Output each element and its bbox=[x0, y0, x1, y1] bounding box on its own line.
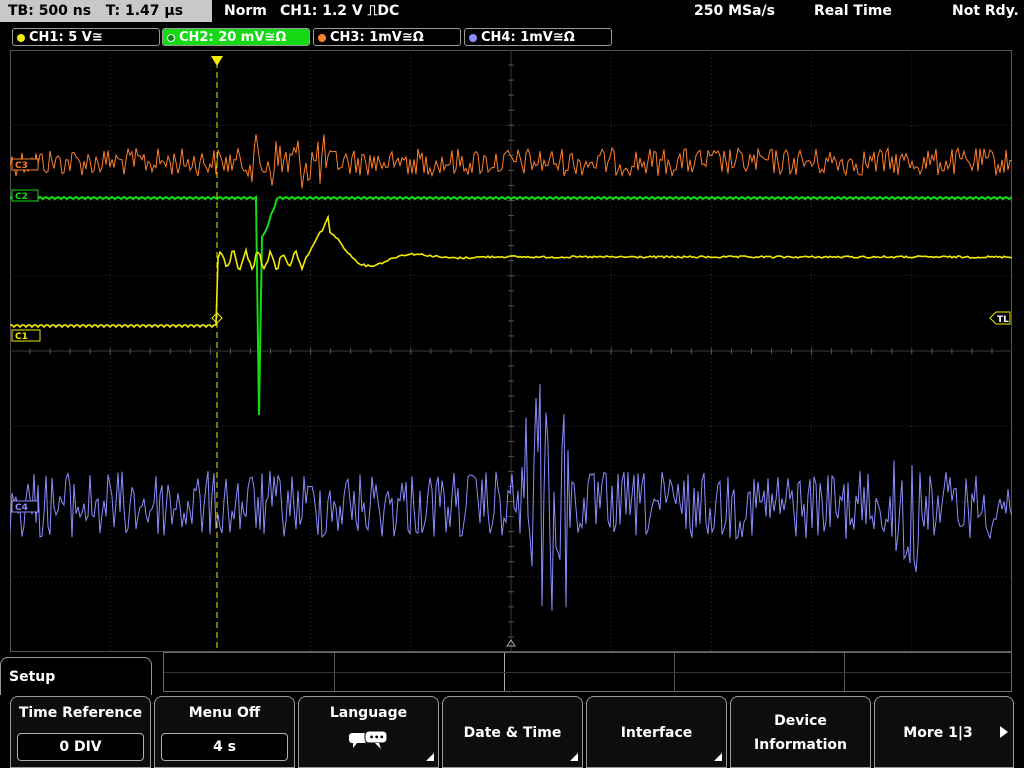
submenu-indicator-icon bbox=[570, 753, 578, 761]
date-time-softkey[interactable]: Date & Time bbox=[442, 696, 583, 768]
ch2-ground-label: C2 bbox=[15, 192, 28, 202]
trigger-level-text: CH1: 1.2 V bbox=[280, 3, 363, 19]
ch3-ground-label: C3 bbox=[15, 161, 28, 171]
ch2-ground-marker[interactable]: C2 bbox=[11, 189, 39, 202]
tab-ch3[interactable]: CH3: 1mV≅Ω bbox=[313, 28, 461, 46]
ch1-label: CH1: 5 V≅ bbox=[29, 30, 103, 45]
tab-ch4[interactable]: CH4: 1mV≅Ω bbox=[464, 28, 612, 46]
menu-off-softkey[interactable]: Menu Off 4 s bbox=[154, 696, 295, 768]
menu-off-label: Menu Off bbox=[188, 705, 261, 721]
ch1-ground-marker[interactable]: C1 bbox=[11, 329, 41, 342]
ch1-dot-icon bbox=[17, 33, 25, 42]
trigger-mode[interactable]: Norm bbox=[224, 0, 267, 22]
submenu-indicator-icon bbox=[714, 753, 722, 761]
ch2-dot-icon bbox=[167, 33, 175, 42]
ch2-label: CH2: 20 mV≅Ω bbox=[179, 30, 287, 45]
menu-off-value: 4 s bbox=[161, 733, 288, 761]
time-reference-value: 0 DIV bbox=[17, 733, 144, 761]
timebase-value: TB: 500 ns bbox=[8, 3, 92, 19]
more-softkey[interactable]: More 1|3 bbox=[874, 696, 1014, 768]
ch1-ground-label: C1 bbox=[15, 332, 28, 342]
ch4-dot-icon bbox=[469, 33, 477, 42]
language-softkey[interactable]: Language ••• bbox=[298, 696, 439, 768]
device-information-label-1: Device bbox=[774, 713, 827, 729]
time-reference-softkey[interactable]: Time Reference 0 DIV bbox=[10, 696, 151, 768]
trigger-setting[interactable]: CH1: 1.2 V ⎍DC bbox=[280, 0, 399, 22]
ready-state: Not Rdy. bbox=[952, 3, 1019, 19]
device-information-label-2: Information bbox=[754, 737, 847, 753]
ch3-dot-icon bbox=[318, 33, 326, 42]
tab-ch1[interactable]: CH1: 5 V≅ bbox=[12, 28, 160, 46]
submenu-indicator-icon bbox=[426, 753, 434, 761]
device-information-softkey[interactable]: Device Information bbox=[730, 696, 871, 768]
waveform-display[interactable]: C3 C2 C1 C4 TL bbox=[10, 50, 1012, 652]
speech-bubbles-icon: ••• bbox=[349, 730, 388, 749]
time-reference-label: Time Reference bbox=[18, 705, 143, 721]
trigger-time-value: T: 1.47 µs bbox=[105, 3, 184, 19]
interface-label: Interface bbox=[620, 725, 693, 741]
sample-rate: 250 MSa/s bbox=[694, 3, 776, 19]
svg-text:•••: ••• bbox=[369, 733, 384, 742]
status-bar: Norm CH1: 1.2 V ⎍DC 250 MSa/s Real Time … bbox=[216, 0, 1024, 22]
zoom-overview-strip bbox=[163, 652, 1012, 692]
trigger-edge-text: ⎍DC bbox=[367, 3, 400, 19]
timebase-box[interactable]: TB: 500 ns T: 1.47 µs bbox=[0, 0, 212, 22]
ch4-ground-marker[interactable]: C4 bbox=[11, 500, 39, 513]
acquisition-mode[interactable]: Real Time bbox=[814, 0, 892, 22]
interface-softkey[interactable]: Interface bbox=[586, 696, 727, 768]
ch4-label: CH4: 1mV≅Ω bbox=[481, 30, 575, 45]
menu-title-tab: Setup bbox=[0, 657, 152, 695]
next-page-arrow-icon bbox=[1000, 726, 1008, 738]
ch3-ground-marker[interactable]: C3 bbox=[11, 158, 39, 171]
tab-ch2[interactable]: CH2: 20 mV≅Ω bbox=[162, 28, 310, 46]
more-label: More 1|3 bbox=[903, 725, 973, 741]
date-time-label: Date & Time bbox=[463, 725, 562, 741]
language-label: Language bbox=[329, 705, 408, 721]
ch4-ground-label: C4 bbox=[15, 503, 28, 513]
trigger-level-label: TL bbox=[997, 315, 1009, 325]
ch3-label: CH3: 1mV≅Ω bbox=[330, 30, 424, 45]
